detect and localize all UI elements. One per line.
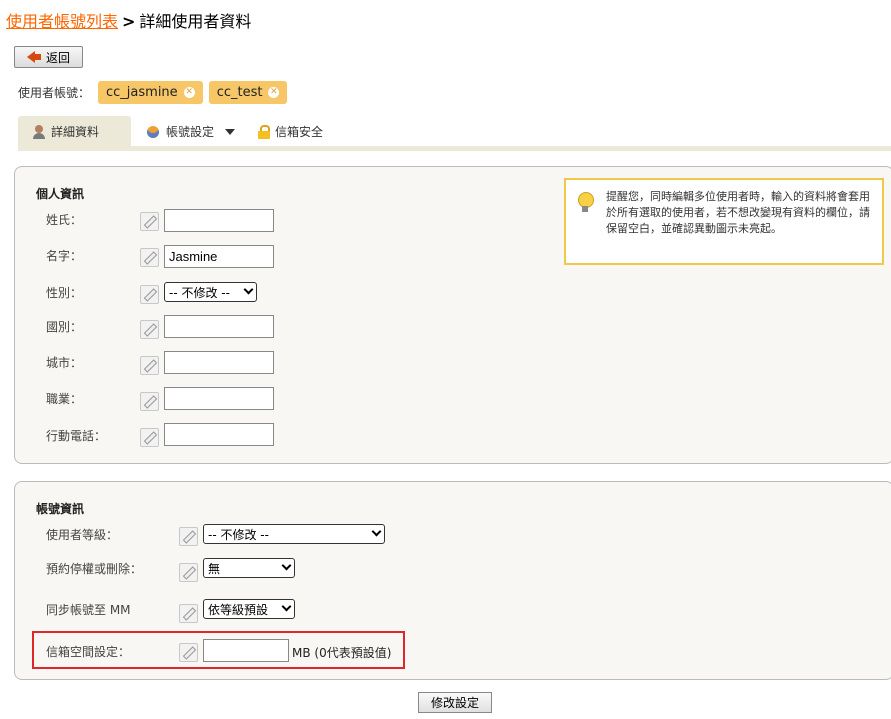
- tab-label: 帳號設定: [166, 125, 215, 139]
- lock-icon: [258, 124, 270, 139]
- edit-toggle-icon[interactable]: [140, 428, 159, 447]
- remove-tag-icon[interactable]: ✕: [183, 86, 195, 98]
- city-label: 城市：: [46, 356, 83, 370]
- pencil-icon: [144, 216, 155, 227]
- submit-button[interactable]: 修改設定: [418, 692, 492, 713]
- pencil-icon: [183, 567, 194, 578]
- country-label: 國別：: [46, 320, 83, 334]
- chevron-down-icon: [371, 526, 382, 537]
- account-info-title: 帳號資訊: [36, 502, 85, 516]
- breadcrumb: 使用者帳號列表 > 詳細使用者資料: [6, 8, 251, 32]
- user-icon: [32, 124, 46, 139]
- gender-select[interactable]: -- 不修改 --: [164, 282, 257, 302]
- user-level-select-value: -- 不修改 --: [208, 527, 269, 542]
- users-icon: [145, 125, 161, 139]
- tab-account-settings[interactable]: 帳號設定: [145, 116, 236, 147]
- job-label: 職業：: [46, 392, 83, 406]
- last-name-input[interactable]: [164, 209, 274, 232]
- user-level-select[interactable]: -- 不修改 --: [203, 524, 385, 544]
- edit-toggle-icon[interactable]: [179, 527, 198, 546]
- notice-text: 提醒您，同時編輯多位使用者時，輸入的資料將會套用於所有選取的使用者，若不想改變現…: [606, 190, 870, 235]
- chevron-down-icon: [243, 284, 254, 295]
- chevron-down-icon: [281, 560, 292, 571]
- pencil-icon: [144, 289, 155, 300]
- personal-info-title: 個人資訊: [36, 187, 85, 201]
- user-tag: cc_test ✕: [208, 80, 288, 104]
- tab-label: 詳細資料: [51, 125, 100, 139]
- job-input[interactable]: [164, 387, 274, 410]
- edit-toggle-icon[interactable]: [140, 356, 159, 375]
- edit-toggle-icon[interactable]: [179, 563, 198, 582]
- pencil-icon: [183, 608, 194, 619]
- mobile-input[interactable]: [164, 423, 274, 446]
- edit-toggle-icon[interactable]: [179, 604, 198, 623]
- tab-label: 信箱安全: [275, 125, 324, 139]
- pencil-icon: [144, 360, 155, 371]
- back-arrow-icon: [26, 51, 41, 63]
- breadcrumb-user-list-link[interactable]: 使用者帳號列表: [6, 12, 118, 31]
- first-name-label: 名字：: [46, 249, 83, 263]
- page-title: 詳細使用者資料: [139, 12, 252, 31]
- pencil-icon: [183, 531, 194, 542]
- sync-mm-label: 同步帳號至 MM: [46, 603, 131, 617]
- tab-mail-security[interactable]: 信箱安全: [258, 116, 323, 147]
- sync-mm-select[interactable]: 依等級預設: [203, 599, 295, 619]
- suspend-label: 預約停權或刪除：: [46, 562, 143, 576]
- back-button[interactable]: 返回: [14, 46, 83, 68]
- chevron-down-icon[interactable]: [225, 128, 236, 135]
- user-tag-label: cc_test: [216, 84, 263, 100]
- user-level-label: 使用者等級：: [46, 528, 119, 542]
- pencil-icon: [144, 432, 155, 443]
- suspend-select[interactable]: 無: [203, 558, 295, 578]
- pencil-icon: [144, 252, 155, 263]
- pencil-icon: [144, 396, 155, 407]
- user-tag: cc_jasmine ✕: [98, 80, 203, 104]
- mobile-label: 行動電話：: [46, 429, 107, 443]
- edit-toggle-icon[interactable]: [140, 320, 159, 339]
- back-button-label: 返回: [45, 50, 70, 65]
- selected-users-label: 使用者帳號：: [18, 85, 91, 100]
- gender-label: 性別：: [46, 286, 83, 300]
- first-name-input[interactable]: [164, 245, 274, 268]
- last-name-label: 姓氏：: [46, 213, 83, 227]
- tab-bar: 詳細資料 帳號設定 信箱安全: [18, 116, 891, 152]
- suspend-select-value: 無: [208, 561, 221, 576]
- tab-details[interactable]: 詳細資料: [18, 116, 131, 147]
- edit-toggle-icon[interactable]: [140, 248, 159, 267]
- edit-notice: 提醒您，同時編輯多位使用者時，輸入的資料將會套用於所有選取的使用者，若不想改變現…: [564, 178, 884, 265]
- lightbulb-icon: [577, 192, 594, 214]
- edit-toggle-icon[interactable]: [140, 212, 159, 231]
- edit-toggle-icon[interactable]: [140, 392, 159, 411]
- edit-toggle-icon[interactable]: [179, 643, 198, 662]
- edit-toggle-icon[interactable]: [140, 285, 159, 304]
- quota-unit-hint: MB (0代表預設值): [292, 646, 392, 660]
- selected-users-row: 使用者帳號： cc_jasmine ✕ cc_test ✕: [18, 80, 288, 104]
- user-tag-label: cc_jasmine: [106, 84, 178, 100]
- sync-mm-select-value: 依等級預設: [208, 602, 269, 617]
- gender-select-value: -- 不修改 --: [169, 285, 230, 300]
- quota-input[interactable]: [203, 639, 289, 662]
- pencil-icon: [183, 647, 194, 658]
- country-input[interactable]: [164, 315, 274, 338]
- pencil-icon: [144, 324, 155, 335]
- quota-label: 信箱空間設定：: [46, 645, 131, 659]
- remove-tag-icon[interactable]: ✕: [268, 86, 280, 98]
- city-input[interactable]: [164, 351, 274, 374]
- chevron-down-icon: [281, 601, 292, 612]
- breadcrumb-separator: >: [122, 12, 136, 31]
